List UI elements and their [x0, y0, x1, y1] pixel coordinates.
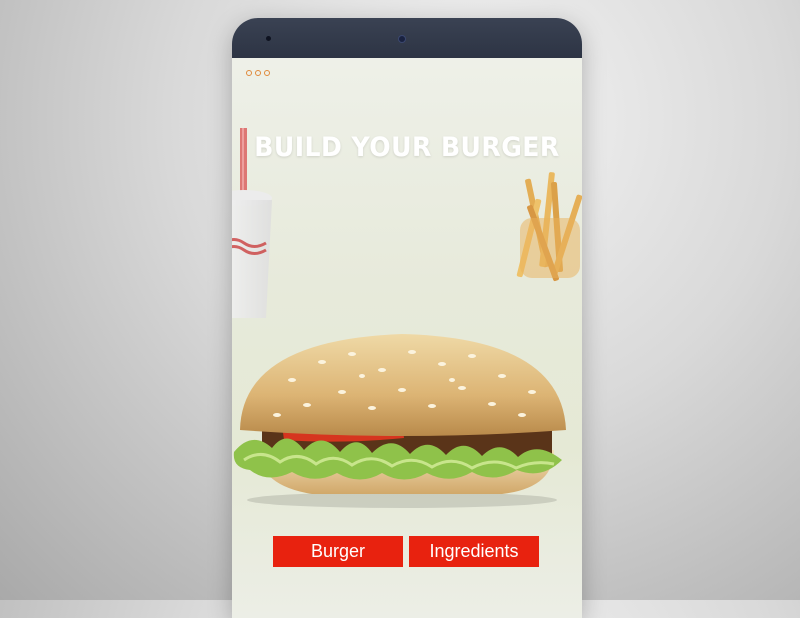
earpiece-sensor-icon	[399, 36, 405, 42]
page-title: BUILD YOUR BURGER	[254, 132, 560, 163]
background: { "screen": { "title": "BUILD YOUR BURGE…	[0, 0, 800, 618]
burger-button[interactable]: Burger	[273, 536, 403, 567]
menu-dot	[246, 70, 252, 76]
front-camera-icon	[266, 36, 271, 41]
menu-dot	[255, 70, 261, 76]
phone-mockup: BUILD YOUR BURGER Burger Ingredients	[232, 18, 582, 618]
ingredients-button[interactable]: Ingredients	[409, 536, 539, 567]
three-dots-icon[interactable]	[246, 70, 270, 76]
menu-dot	[264, 70, 270, 76]
burger-image	[233, 334, 566, 508]
fries-image	[516, 172, 582, 282]
app-screen: BUILD YOUR BURGER Burger Ingredients	[232, 58, 582, 618]
phone-top-bezel	[232, 18, 582, 58]
